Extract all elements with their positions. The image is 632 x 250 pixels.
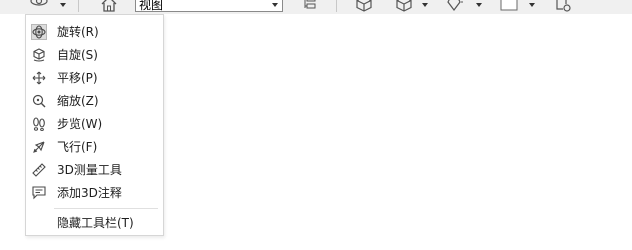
lightbulb-icon (446, 0, 464, 12)
lighting-dropdown[interactable] (474, 0, 484, 10)
menu-item-3d-measure[interactable]: 3D测量工具 (27, 159, 162, 181)
home-button[interactable] (98, 0, 120, 12)
properties-button[interactable] (552, 0, 574, 12)
color-swatch-icon (500, 0, 518, 12)
fly-icon (31, 139, 47, 155)
menu-item-label: 飞行(F) (57, 140, 98, 154)
menu-item-zoom[interactable]: 缩放(Z) (27, 90, 162, 112)
settings-doc-icon (554, 0, 572, 12)
background-color-button[interactable] (498, 0, 520, 12)
toolbar-separator (78, 0, 79, 12)
menu-item-label: 旋转(R) (57, 25, 99, 39)
chevron-down-icon (529, 3, 535, 7)
menu-item-label: 添加3D注释 (57, 186, 122, 200)
menu-item-rotate[interactable]: 旋转(R) (27, 21, 162, 43)
home-icon (100, 0, 118, 12)
view-cube-icon (303, 0, 317, 12)
lighting-button[interactable] (444, 0, 466, 12)
chevron-down-icon (422, 3, 428, 7)
chevron-down-icon (476, 3, 482, 7)
menu-item-fly[interactable]: 飞行(F) (27, 136, 162, 158)
menu-item-label: 平移(P) (57, 71, 98, 85)
viewer-toolbar: 视图 (0, 0, 632, 14)
menu-item-pan[interactable]: 平移(P) (27, 67, 162, 89)
chevron-down-icon (272, 3, 278, 7)
menu-item-label: 缩放(Z) (57, 94, 99, 108)
menu-item-label: 3D测量工具 (57, 163, 122, 177)
menu-item-label: 隐藏工具栏(T) (57, 216, 134, 230)
background-color-dropdown[interactable] (527, 0, 537, 10)
pan-icon (31, 70, 47, 86)
walk-icon (31, 116, 47, 132)
view-select-value: 视图 (139, 0, 164, 12)
toolbar-separator (336, 0, 337, 12)
orbit-icon (30, 0, 48, 11)
menu-item-add-3d-comment[interactable]: 添加3D注释 (27, 182, 162, 204)
zoom-icon (31, 93, 47, 109)
menu-item-label: 步览(W) (57, 117, 103, 131)
model-render-button[interactable] (354, 0, 374, 12)
menu-item-walk[interactable]: 步览(W) (27, 113, 162, 135)
render-mode-button[interactable] (394, 0, 414, 12)
menu-separator (54, 208, 158, 209)
orbit-tool-button[interactable] (28, 0, 50, 12)
box-wire-icon (396, 0, 412, 12)
menu-item-hide-toolbar[interactable]: 隐藏工具栏(T) (27, 212, 162, 234)
ruler-icon (31, 162, 47, 178)
box-icon (356, 0, 372, 12)
view-tree-button[interactable] (300, 0, 320, 12)
view-select[interactable]: 视图 (135, 0, 283, 12)
menu-item-spin[interactable]: 自旋(S) (27, 44, 162, 66)
orbit-icon (31, 24, 47, 40)
spin-icon (31, 47, 47, 63)
render-mode-dropdown[interactable] (420, 0, 430, 10)
orbit-tool-dropdown[interactable] (58, 0, 68, 10)
chevron-down-icon (60, 3, 66, 7)
comment-icon (31, 185, 47, 201)
navigation-tool-menu: 旋转(R) 自旋(S) 平移(P) 缩放(Z) 步览(W) 飞行(F) 3D测量… (25, 14, 164, 236)
menu-item-label: 自旋(S) (57, 48, 98, 62)
